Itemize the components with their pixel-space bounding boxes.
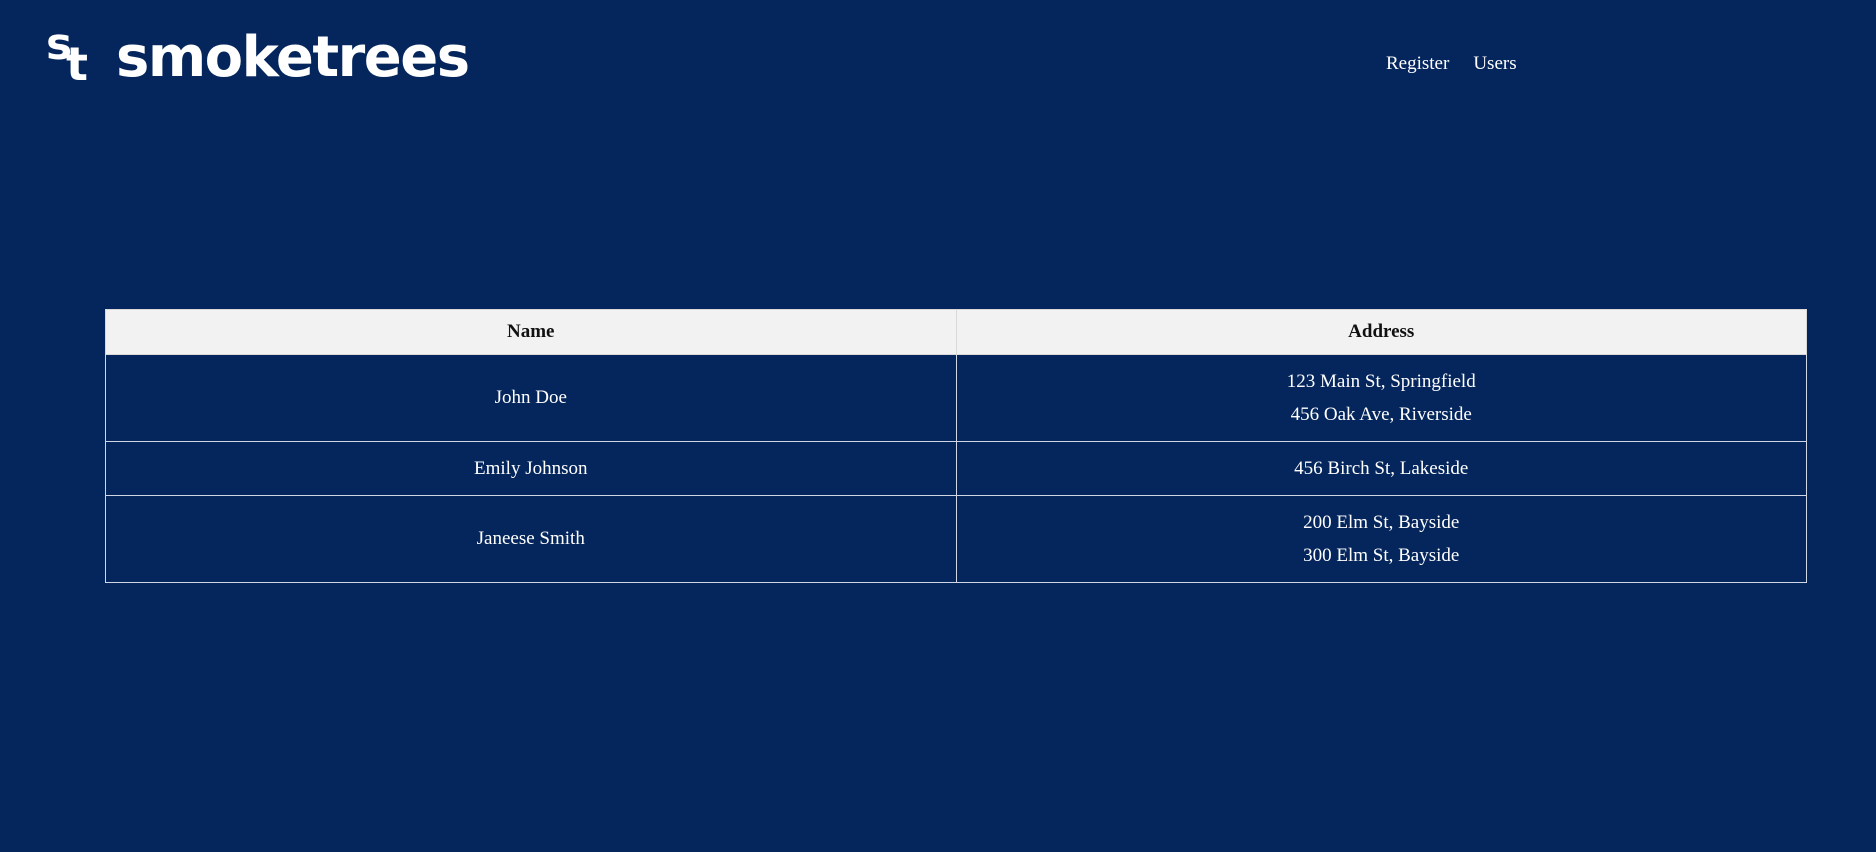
logo-mark-t: t — [66, 37, 88, 91]
brand-logo[interactable]: s t smoketrees — [46, 23, 470, 91]
column-header-name: Name — [105, 309, 957, 355]
address-line: 200 Elm St, Bayside — [1303, 512, 1460, 533]
table-row: Emily Johnson 456 Birch St, Lakeside — [105, 441, 1807, 496]
logo-mark-icon: s t — [46, 23, 96, 91]
users-table-container: Name Address John Doe 123 Main St, Sprin… — [105, 309, 1807, 583]
table-row: John Doe 123 Main St, Springfield 456 Oa… — [105, 354, 1807, 442]
address-cell: 123 Main St, Springfield 456 Oak Ave, Ri… — [955, 354, 1807, 442]
table-row: Janeese Smith 200 Elm St, Bayside 300 El… — [105, 495, 1807, 583]
brand-name: smoketrees — [116, 25, 470, 90]
address-line: 300 Elm St, Bayside — [1303, 545, 1460, 566]
address-line: 123 Main St, Springfield — [1286, 371, 1476, 392]
main-nav: Register Users — [1386, 52, 1517, 76]
address-cell: 200 Elm St, Bayside 300 Elm St, Bayside — [955, 495, 1807, 583]
address-line: 456 Birch St, Lakeside — [1294, 458, 1469, 479]
nav-link-users[interactable]: Users — [1473, 52, 1516, 76]
users-table: Name Address John Doe 123 Main St, Sprin… — [105, 309, 1807, 583]
name-cell: Janeese Smith — [105, 495, 957, 583]
address-cell: 456 Birch St, Lakeside — [955, 441, 1807, 496]
table-header-row: Name Address — [105, 309, 1807, 355]
site-header: s t smoketrees Register Users — [0, 0, 1876, 120]
name-cell: John Doe — [105, 354, 957, 442]
address-line: 456 Oak Ave, Riverside — [1290, 404, 1472, 425]
name-cell: Emily Johnson — [105, 441, 957, 496]
nav-link-register[interactable]: Register — [1386, 52, 1449, 76]
column-header-address: Address — [955, 309, 1807, 355]
